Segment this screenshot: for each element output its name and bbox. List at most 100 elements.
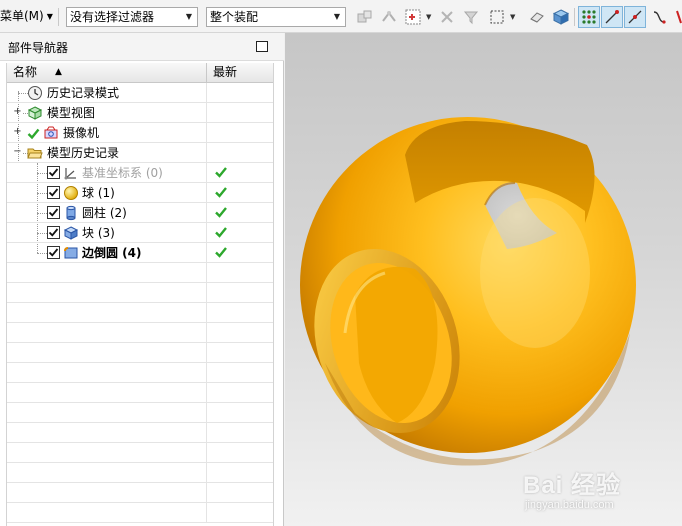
filter-arrow-icon[interactable] bbox=[460, 6, 482, 28]
tree-row-name-cell: 块 (3) bbox=[7, 223, 207, 242]
tree-item-label: 基准坐标系 (0) bbox=[82, 166, 163, 180]
tree-row-latest-cell bbox=[207, 183, 273, 202]
watermark-subtext: jingyan.baidu.com bbox=[525, 499, 614, 511]
feature-visibility-checkbox[interactable] bbox=[47, 226, 60, 239]
tree-row-feature-cylinder[interactable]: 圆柱 (2) bbox=[7, 203, 273, 223]
part-navigator-tree: 名称 ▲ 最新 历史记录模式 + 模型视图 + 摄像机 − 模型历史记录 基准坐… bbox=[6, 63, 274, 526]
block-icon bbox=[63, 226, 79, 240]
feature-visibility-checkbox[interactable] bbox=[47, 246, 60, 259]
tree-row-model-views[interactable]: + 模型视图 bbox=[7, 103, 273, 123]
model-views-icon bbox=[27, 106, 43, 120]
tree-empty-row bbox=[7, 423, 273, 443]
menu-button[interactable]: 菜单(M) ▼ bbox=[0, 7, 53, 25]
tree-row-latest-cell bbox=[207, 143, 273, 162]
tree-row-name-cell: 边倒圆 (4) bbox=[7, 243, 207, 262]
cylinder-icon bbox=[66, 205, 76, 221]
curve-point-icon[interactable] bbox=[648, 6, 670, 28]
feature-visibility-checkbox[interactable] bbox=[47, 166, 60, 179]
chevron-down-icon[interactable]: ▼ bbox=[510, 13, 515, 21]
add-selection-icon[interactable] bbox=[402, 6, 424, 28]
tree-row-name-cell: 基准坐标系 (0) bbox=[7, 163, 207, 182]
tree-row-feature-datum-csys[interactable]: 基准坐标系 (0) bbox=[7, 163, 273, 183]
sphere-icon bbox=[64, 186, 78, 200]
tree-rows: 历史记录模式 + 模型视图 + 摄像机 − 模型历史记录 基准坐标系 (0) 球… bbox=[7, 83, 273, 523]
toolbar-separator bbox=[574, 8, 575, 26]
menu-label: 菜单(M) bbox=[0, 9, 44, 23]
end-point-icon[interactable] bbox=[601, 6, 623, 28]
toolbar-separator bbox=[58, 8, 59, 26]
tree-row-name-cell: 历史记录模式 bbox=[7, 83, 207, 102]
main-toolbar: 菜单(M) ▼ 没有选择过滤器 ▼ 整个装配 ▼ ▼ ▼ bbox=[0, 0, 682, 33]
collapse-minus-icon[interactable]: − bbox=[13, 147, 22, 157]
feature-visibility-checkbox[interactable] bbox=[47, 186, 60, 199]
latest-check-icon bbox=[215, 207, 227, 218]
tree-empty-row bbox=[7, 323, 273, 343]
solid-cube-icon[interactable] bbox=[550, 6, 572, 28]
part-navigator-panel: 部件导航器 名称 ▲ 最新 历史记录模式 + 模型视图 + 摄像机 − 模型历史… bbox=[0, 33, 284, 526]
column-name-label: 名称 bbox=[13, 65, 38, 79]
select-features-icon[interactable] bbox=[354, 6, 376, 28]
tree-empty-row bbox=[7, 443, 273, 463]
tree-row-feature-edge-blend[interactable]: 边倒圆 (4) bbox=[7, 243, 273, 263]
chevron-down-icon[interactable]: ▼ bbox=[426, 13, 431, 21]
tree-empty-row bbox=[7, 263, 273, 283]
deselect-icon[interactable] bbox=[436, 6, 458, 28]
edge-blend-icon bbox=[64, 247, 78, 259]
chevron-down-icon: ▼ bbox=[333, 12, 341, 21]
tree-connector bbox=[37, 213, 47, 214]
graphics-viewport[interactable]: Bai 经验 jingyan.baidu.com bbox=[285, 33, 682, 526]
arc-center-icon[interactable] bbox=[670, 6, 682, 28]
navigator-title-bar: 部件导航器 bbox=[0, 33, 284, 61]
tree-item-label: 块 (3) bbox=[82, 226, 115, 240]
visible-check-icon bbox=[27, 128, 40, 140]
latest-check-icon bbox=[215, 247, 227, 258]
column-header-name[interactable]: 名称 ▲ bbox=[7, 63, 207, 83]
expand-plus-icon[interactable]: + bbox=[13, 107, 22, 117]
tree-row-latest-cell bbox=[207, 243, 273, 262]
tree-row-feature-block[interactable]: 块 (3) bbox=[7, 223, 273, 243]
tree-row-name-cell: − 模型历史记录 bbox=[7, 143, 207, 162]
tree-connector bbox=[37, 173, 47, 174]
mid-point-icon[interactable] bbox=[624, 6, 646, 28]
expand-plus-icon[interactable]: + bbox=[13, 127, 22, 137]
assembly-scope-value: 整个装配 bbox=[210, 10, 259, 24]
selection-filter-dropdown[interactable]: 没有选择过滤器 ▼ bbox=[66, 7, 198, 27]
tree-row-name-cell: 球 (1) bbox=[7, 183, 207, 202]
tree-empty-row bbox=[7, 463, 273, 483]
tree-row-cameras[interactable]: + 摄像机 bbox=[7, 123, 273, 143]
tree-empty-row bbox=[7, 383, 273, 403]
tree-empty-row bbox=[7, 483, 273, 503]
assembly-scope-dropdown[interactable]: 整个装配 ▼ bbox=[206, 7, 346, 27]
tree-row-latest-cell bbox=[207, 163, 273, 182]
sphere-model-render bbox=[300, 117, 636, 466]
column-header-latest[interactable]: 最新 bbox=[207, 63, 273, 83]
point-snap-icon[interactable] bbox=[578, 6, 600, 28]
maximize-icon[interactable] bbox=[256, 41, 268, 52]
tree-header: 名称 ▲ 最新 bbox=[7, 63, 273, 83]
baidu-watermark: Bai 经验 jingyan.baidu.com bbox=[523, 465, 673, 520]
tree-item-label: 圆柱 (2) bbox=[82, 206, 127, 220]
snap-point-icon[interactable] bbox=[378, 6, 400, 28]
latest-check-icon bbox=[215, 227, 227, 238]
tree-row-model-history[interactable]: − 模型历史记录 bbox=[7, 143, 273, 163]
chevron-down-icon: ▼ bbox=[185, 12, 193, 21]
selection-filter-value: 没有选择过滤器 bbox=[70, 10, 155, 24]
tree-row-feature-sphere[interactable]: 球 (1) bbox=[7, 183, 273, 203]
watermark-text: Bai 经验 bbox=[523, 472, 622, 499]
tree-item-label: 历史记录模式 bbox=[47, 86, 120, 100]
feature-visibility-checkbox[interactable] bbox=[47, 206, 60, 219]
tree-empty-row bbox=[7, 403, 273, 423]
folder-open-icon bbox=[27, 148, 43, 159]
latest-check-icon bbox=[215, 167, 227, 178]
tree-row-latest-cell bbox=[207, 103, 273, 122]
tree-connector bbox=[37, 253, 47, 254]
eraser-icon[interactable] bbox=[526, 6, 548, 28]
navigator-title: 部件导航器 bbox=[8, 41, 69, 55]
camera-icon bbox=[44, 126, 58, 139]
tree-connector bbox=[37, 233, 47, 234]
tree-empty-row bbox=[7, 303, 273, 323]
rectangle-select-icon[interactable] bbox=[486, 6, 508, 28]
tree-row-latest-cell bbox=[207, 203, 273, 222]
tree-row-history-mode[interactable]: 历史记录模式 bbox=[7, 83, 273, 103]
tree-row-latest-cell bbox=[207, 123, 273, 142]
